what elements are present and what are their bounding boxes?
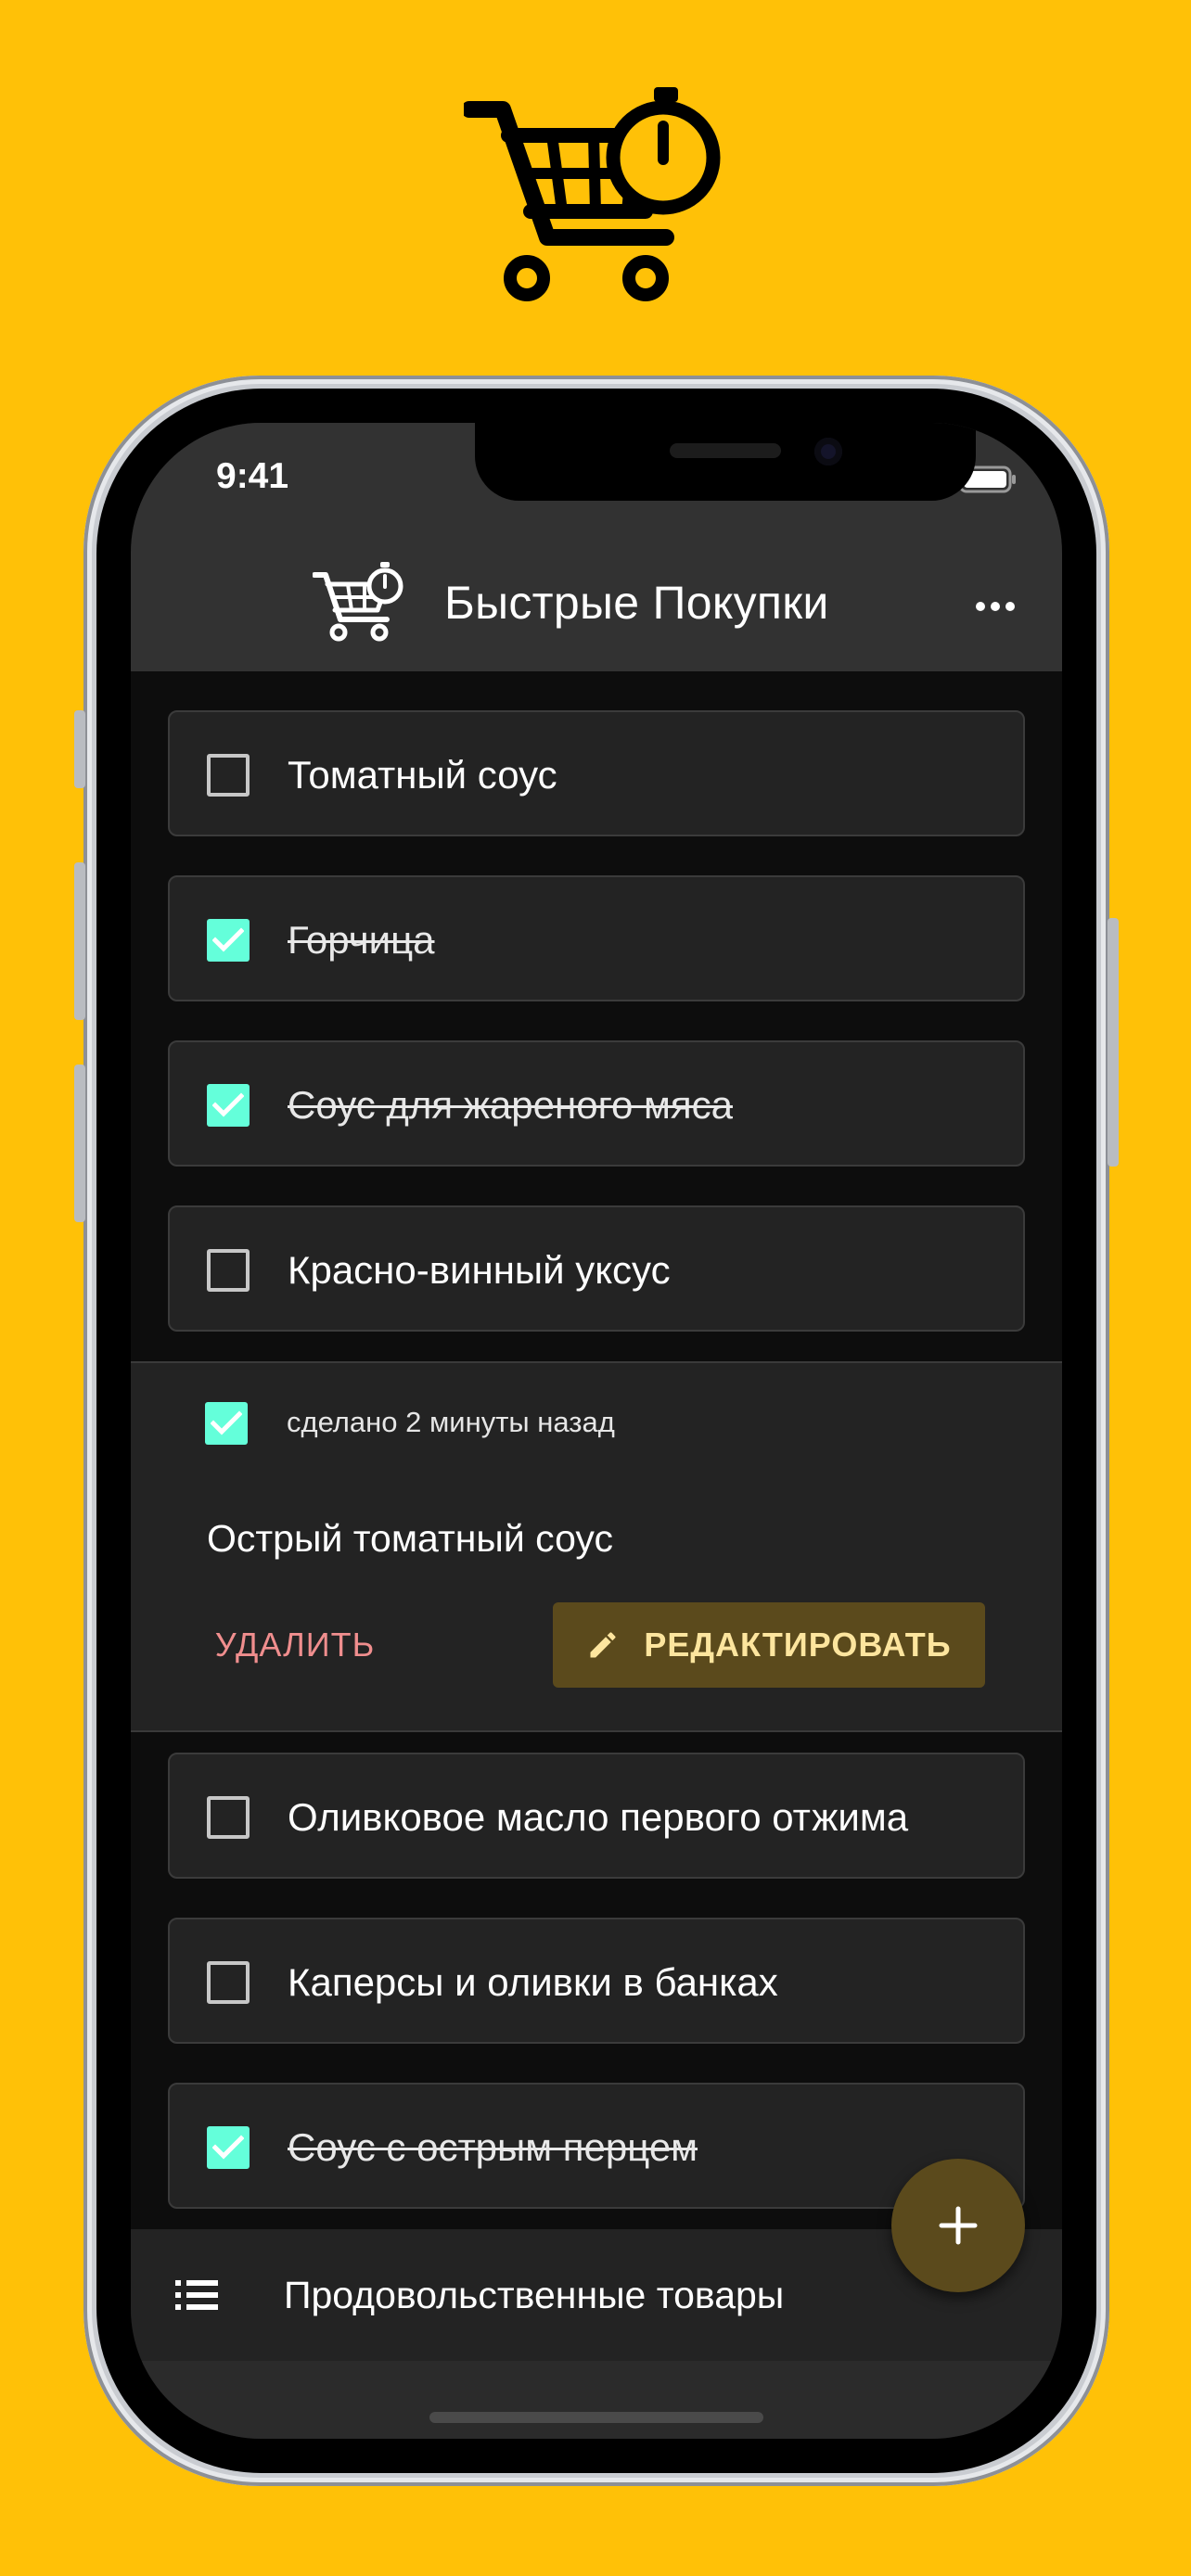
item-label: Оливковое масло первого отжима (288, 1795, 909, 1839)
checkbox-unchecked-icon[interactable] (207, 1796, 250, 1839)
status-time: 9:41 (216, 456, 289, 496)
app-title: Быстрые Покупки (444, 577, 829, 629)
checkbox-unchecked-icon[interactable] (207, 1961, 250, 2004)
front-camera (814, 438, 842, 465)
expanded-item: сделано 2 минуты назад Острый томатный с… (131, 1361, 1062, 1732)
more-icon (976, 602, 985, 611)
home-indicator[interactable] (429, 2412, 763, 2423)
checkbox-unchecked-icon[interactable] (207, 1249, 250, 1292)
delete-button[interactable]: УДАЛИТЬ (207, 1602, 383, 1688)
list-item[interactable]: Каперсы и оливки в банках (168, 1918, 1025, 2044)
current-list-name: Продовольственные товары (284, 2274, 785, 2316)
speaker (670, 443, 781, 458)
app-logo-icon (313, 562, 403, 642)
silent-switch (74, 710, 85, 788)
home-area (131, 2361, 1062, 2439)
phone-screen: 9:41 Быстрые Покупки Томатный соус Горчи… (131, 423, 1062, 2439)
volume-up-button (74, 862, 85, 1020)
more-button[interactable] (973, 588, 1018, 625)
cart-timer-icon (464, 87, 721, 301)
expanded-item-title: Острый томатный соус (207, 1517, 613, 1560)
item-label: Красно-винный уксус (288, 1248, 671, 1292)
item-label: Каперсы и оливки в банках (288, 1960, 778, 2004)
list-item[interactable]: Соус с острым перцем (168, 2083, 1025, 2209)
pencil-icon (590, 1632, 616, 1658)
checkbox-checked-icon[interactable] (207, 1084, 250, 1127)
checkbox-unchecked-icon[interactable] (207, 754, 250, 797)
add-item-button[interactable] (891, 2159, 1025, 2292)
edit-button[interactable]: РЕДАКТИРОВАТЬ (553, 1602, 985, 1688)
stage: 9:41 Быстрые Покупки Томатный соус Горчи… (0, 0, 1191, 2576)
item-label: Соус для жареного мяса (288, 1083, 733, 1127)
notch (475, 423, 976, 501)
list-item[interactable]: Красно-винный уксус (168, 1205, 1025, 1332)
list-item[interactable]: Томатный соус (168, 710, 1025, 836)
list-icon (175, 2280, 218, 2310)
done-timestamp: сделано 2 минуты назад (287, 1406, 615, 1438)
checkbox-checked-icon[interactable] (207, 919, 250, 962)
edit-button-label: РЕДАКТИРОВАТЬ (644, 1626, 952, 1664)
volume-down-button (74, 1065, 85, 1222)
checkbox-checked-icon[interactable] (205, 1402, 248, 1445)
checkbox-checked-icon[interactable] (207, 2126, 250, 2169)
list-item[interactable]: Горчица (168, 875, 1025, 1001)
item-label: Соус с острым перцем (288, 2125, 698, 2169)
list-item[interactable]: Оливковое масло первого отжима (168, 1753, 1025, 1879)
plus-icon (939, 2206, 978, 2245)
list-item[interactable]: Соус для жареного мяса (168, 1040, 1025, 1167)
power-button (1108, 918, 1119, 1167)
item-label: Томатный соус (288, 753, 557, 797)
item-label: Горчица (288, 918, 435, 962)
shopping-list: Томатный соус Горчица Соус для жареного … (131, 671, 1062, 2242)
